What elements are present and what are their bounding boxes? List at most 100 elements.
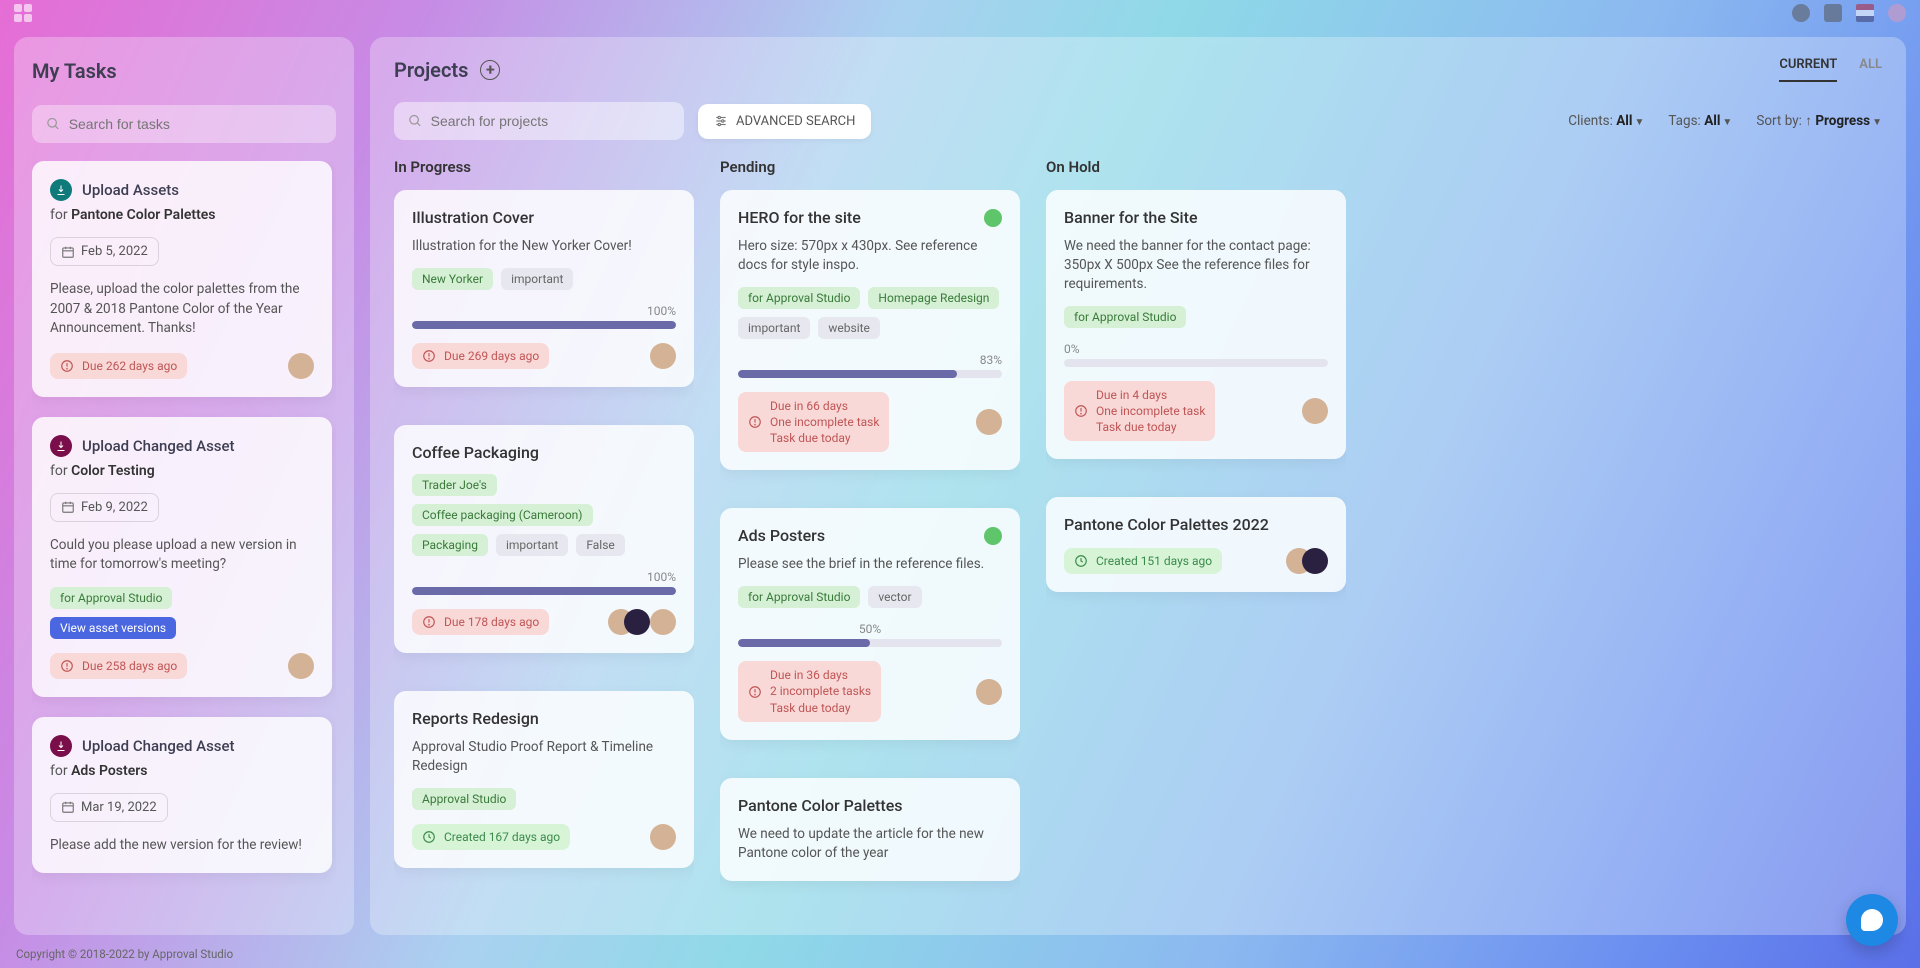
- task-action: Upload Changed Asset: [82, 737, 235, 755]
- chat-icon: [1861, 909, 1883, 931]
- app-logo[interactable]: [14, 4, 32, 22]
- project-card[interactable]: HERO for the siteHero size: 570px x 430p…: [720, 190, 1020, 470]
- column-title: On Hold: [1046, 158, 1346, 176]
- assignee-avatar[interactable]: [650, 609, 676, 635]
- project-title: Pantone Color Palettes: [738, 796, 903, 815]
- task-due: Due 258 days ago: [50, 653, 187, 679]
- assignee-avatar[interactable]: [650, 824, 676, 850]
- progress-bar: [738, 639, 1002, 647]
- language-flag-icon[interactable]: [1856, 4, 1874, 22]
- assignee-avatar[interactable]: [650, 343, 676, 369]
- project-description: We need to update the article for the ne…: [738, 825, 1002, 863]
- task-description: Please add the new version for the revie…: [50, 836, 314, 856]
- calendar-icon: [61, 245, 75, 259]
- chat-fab[interactable]: [1846, 894, 1898, 946]
- database-icon[interactable]: [1824, 4, 1842, 22]
- project-tag: Trader Joe's: [412, 474, 497, 496]
- project-card[interactable]: Ads PostersPlease see the brief in the r…: [720, 508, 1020, 739]
- column-on_hold: On Hold Banner for the SiteWe need the ba…: [1046, 158, 1346, 915]
- task-date: Feb 5, 2022: [50, 237, 159, 266]
- project-tag: for Approval Studio: [738, 287, 860, 309]
- search-icon: [46, 116, 61, 132]
- project-tag: Packaging: [412, 534, 488, 556]
- assignee-avatar[interactable]: [288, 353, 314, 379]
- assignee-avatar[interactable]: [1302, 398, 1328, 424]
- project-card[interactable]: Pantone Color Palettes We need to update …: [720, 778, 1020, 881]
- assignee-avatar[interactable]: [288, 653, 314, 679]
- project-tabs: CURRENT ALL: [1779, 57, 1882, 82]
- progress-bar: [1064, 359, 1328, 367]
- project-description: Please see the brief in the reference fi…: [738, 555, 1002, 574]
- user-avatar[interactable]: [1888, 4, 1906, 22]
- project-tag: New Yorker: [412, 268, 493, 290]
- project-tag: False: [576, 534, 624, 556]
- task-for: for Ads Posters: [50, 763, 314, 779]
- project-due: Due in 4 daysOne incomplete taskTask due…: [1064, 381, 1215, 442]
- calendar-icon: [61, 500, 75, 514]
- progress-label: 100%: [412, 570, 676, 584]
- add-project-button[interactable]: +: [480, 60, 500, 80]
- project-card[interactable]: Reports RedesignApproval Studio Proof Re…: [394, 691, 694, 868]
- project-tag: Coffee packaging (Cameroon): [412, 504, 593, 526]
- project-description: Hero size: 570px x 430px. See reference …: [738, 237, 1002, 275]
- task-search-input[interactable]: [69, 116, 322, 132]
- task-action: Upload Changed Asset: [82, 437, 235, 455]
- project-search-input[interactable]: [431, 113, 670, 129]
- task-card[interactable]: Upload Assets for Pantone Color Palettes…: [32, 161, 332, 397]
- assignee-avatar[interactable]: [976, 409, 1002, 435]
- project-due: Due 178 days ago: [412, 609, 549, 635]
- project-title: Illustration Cover: [412, 208, 534, 227]
- task-action: Upload Assets: [82, 181, 179, 199]
- project-title: Reports Redesign: [412, 709, 539, 728]
- sort-by[interactable]: Sort by: ↑ Progress▼: [1756, 113, 1882, 129]
- progress-label: 50%: [738, 622, 1002, 636]
- task-for: for Color Testing: [50, 463, 314, 479]
- project-title: Banner for the Site: [1064, 208, 1198, 227]
- task-type-icon: [50, 435, 72, 457]
- project-due: Due in 66 daysOne incomplete taskTask du…: [738, 392, 889, 453]
- assignee-avatar[interactable]: [624, 609, 650, 635]
- project-tag: Homepage Redesign: [868, 287, 999, 309]
- project-created: Created 167 days ago: [412, 824, 570, 850]
- projects-title: Projects: [394, 58, 468, 82]
- status-dot-icon: [984, 527, 1002, 545]
- project-created: Created 151 days ago: [1064, 548, 1222, 574]
- filter-tags[interactable]: Tags: All▼: [1668, 113, 1732, 129]
- tab-current[interactable]: CURRENT: [1779, 57, 1837, 82]
- task-search[interactable]: [32, 105, 336, 143]
- project-card[interactable]: Coffee Packaging Trader Joe's Coffee packa…: [394, 425, 694, 653]
- project-title: Pantone Color Palettes 2022: [1064, 515, 1269, 534]
- project-tag: important: [496, 534, 568, 556]
- project-card[interactable]: Illustration CoverIllustration for the N…: [394, 190, 694, 387]
- project-card[interactable]: Pantone Color Palettes 2022 Created 151 d…: [1046, 497, 1346, 592]
- project-card[interactable]: Banner for the SiteWe need the banner fo…: [1046, 190, 1346, 459]
- project-title: Coffee Packaging: [412, 443, 539, 462]
- my-tasks-title: My Tasks: [32, 59, 336, 83]
- task-description: Please, upload the color palettes from t…: [50, 280, 314, 339]
- task-card[interactable]: Upload Changed Asset for Color Testing F…: [32, 417, 332, 697]
- assignee-avatar[interactable]: [976, 679, 1002, 705]
- project-tag: for Approval Studio: [1064, 306, 1186, 328]
- calendar-icon: [61, 800, 75, 814]
- advanced-search-button[interactable]: ADVANCED SEARCH: [698, 104, 871, 139]
- task-card[interactable]: Upload Changed Asset for Ads Posters Mar…: [32, 717, 332, 874]
- clock-icon: [1074, 554, 1088, 568]
- status-dot-icon: [984, 209, 1002, 227]
- notifications-icon[interactable]: [1792, 4, 1810, 22]
- column-in_progress: In ProgressIllustration CoverIllustratio…: [394, 158, 694, 915]
- advanced-search-label: ADVANCED SEARCH: [736, 114, 855, 129]
- task-description: Could you please upload a new version in…: [50, 536, 314, 575]
- filter-clients[interactable]: Clients: All▼: [1568, 113, 1644, 129]
- project-tag: vector: [868, 586, 921, 608]
- project-due: Due 269 days ago: [412, 343, 549, 369]
- task-due: Due 262 days ago: [50, 353, 187, 379]
- tab-all[interactable]: ALL: [1859, 57, 1882, 82]
- project-due: Due in 36 days2 incomplete tasksTask due…: [738, 661, 881, 722]
- project-tag: for Approval Studio: [738, 586, 860, 608]
- project-search[interactable]: [394, 102, 684, 140]
- progress-bar: [412, 587, 676, 595]
- assignee-avatar[interactable]: [1302, 548, 1328, 574]
- my-tasks-panel: My Tasks Upload Assets for Pantone Color…: [14, 37, 354, 935]
- view-asset-versions-button[interactable]: View asset versions: [50, 617, 176, 639]
- footer-copyright: Copyright © 2018-2022 by Approval Studio: [0, 942, 1920, 968]
